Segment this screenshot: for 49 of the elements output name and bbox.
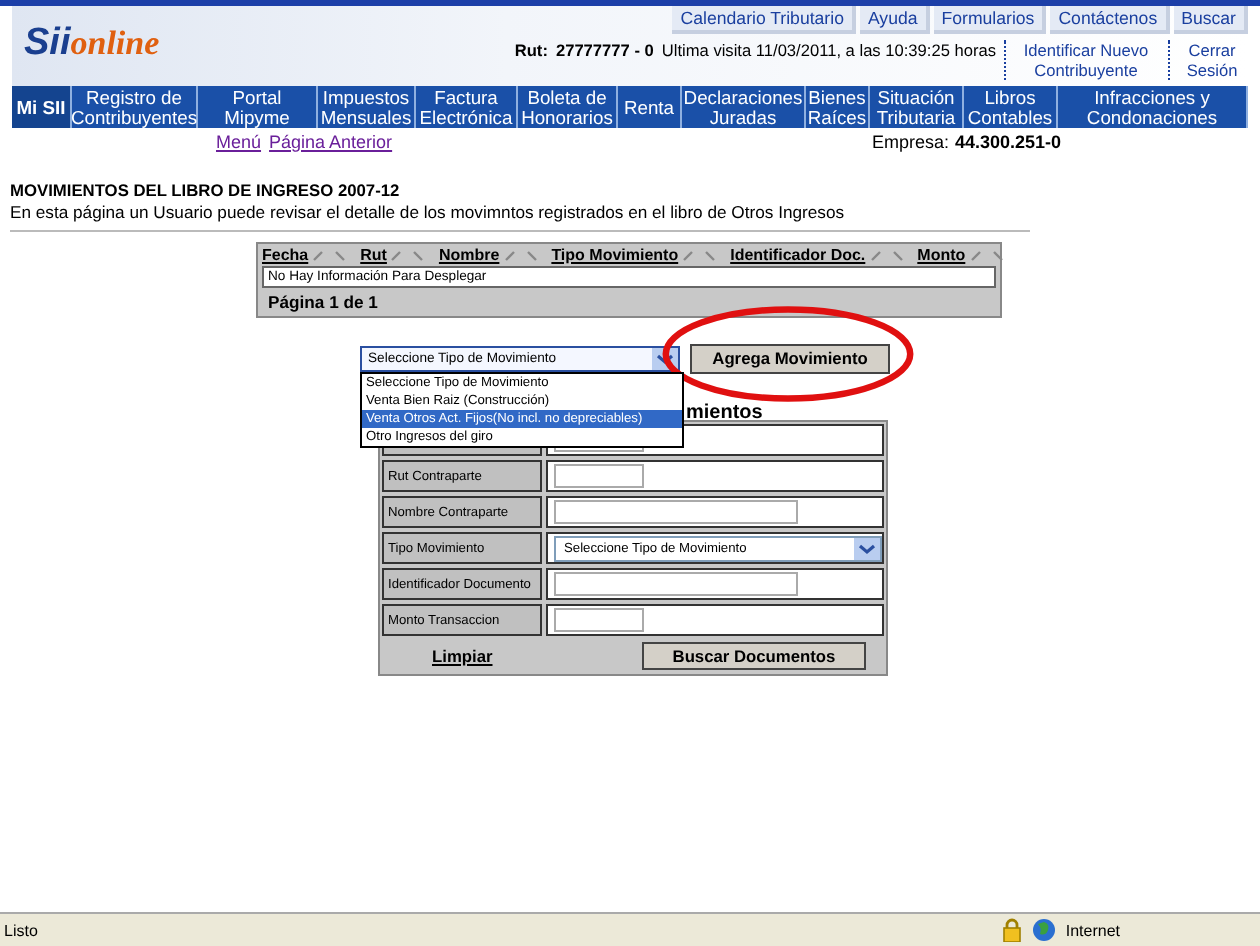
form-heading: mientos xyxy=(686,402,763,424)
column-header-link[interactable]: Nombre xyxy=(438,246,500,264)
input-field[interactable] xyxy=(554,500,798,524)
top-link[interactable]: Calendario Tributario xyxy=(672,6,856,34)
top-link[interactable]: Buscar xyxy=(1173,6,1248,34)
rut-value: 27777777 - 0 xyxy=(555,40,654,60)
last-visit-text: Ultima visita 11/03/2011, a las 10:39:25 horas xyxy=(661,40,996,60)
header-link[interactable]: Cerrar Sesión xyxy=(1168,40,1248,80)
clear-link[interactable]: Limpiar xyxy=(432,646,612,666)
input-field[interactable] xyxy=(554,464,644,488)
nav-tab[interactable]: Impuestos Mensuales xyxy=(318,86,416,128)
column-header-link[interactable]: Tipo Movimiento xyxy=(551,246,679,264)
status-text: Listo xyxy=(4,921,38,939)
add-movement-button[interactable]: Agrega Movimiento xyxy=(690,343,890,373)
nav-tab[interactable]: Mi SII xyxy=(12,86,72,128)
nav-tab[interactable]: Libros Contables xyxy=(964,86,1058,128)
top-link[interactable]: Formularios xyxy=(933,6,1047,34)
page-description: En esta página un Usuario puede revisar el detalle de los movimntos registrados en el libro de Otros Ingresos xyxy=(10,202,847,222)
header-link[interactable]: Identificar Nuevo Contribuyente xyxy=(1004,40,1160,80)
dropdown-arrow-icon[interactable] xyxy=(854,537,880,559)
empresa-label: Empresa: xyxy=(872,132,950,152)
input-field[interactable] xyxy=(554,608,644,632)
nav-tab[interactable]: Declaraciones Juradas xyxy=(682,86,806,128)
top-link[interactable]: Ayuda xyxy=(859,6,930,34)
rut-label: Rut: xyxy=(514,40,548,60)
logo: Siionline xyxy=(22,20,162,68)
column-header-link[interactable]: Monto xyxy=(917,246,966,264)
nav-tab[interactable]: Boleta de Honorarios xyxy=(518,86,618,128)
nav-tab[interactable]: Portal Mipyme xyxy=(198,86,318,128)
nav-tab[interactable]: Infracciones y Condonaciones xyxy=(1058,86,1248,128)
input-field[interactable] xyxy=(554,572,798,596)
search-button[interactable]: Buscar Documentos xyxy=(642,642,866,670)
globe-icon xyxy=(1031,918,1056,942)
nav-tab[interactable]: Situación Tributaria xyxy=(870,86,964,128)
empresa-value: 44.300.251-0 xyxy=(955,132,1062,152)
breadcrumb-link[interactable]: Menú xyxy=(216,132,262,152)
breadcrumb-link[interactable]: Página Anterior xyxy=(269,132,393,152)
lock-icon xyxy=(1001,918,1022,942)
zone-text: Internet xyxy=(1065,921,1120,939)
page-title: MOVIMIENTOS DEL LIBRO DE INGRESO 2007-12 xyxy=(10,180,402,200)
pager-text: Página 1 de 1 xyxy=(266,290,380,314)
nav-tab[interactable]: Bienes Raíces xyxy=(806,86,870,128)
nav-tab[interactable]: Renta xyxy=(618,86,682,128)
nav-tab[interactable]: Factura Electrónica xyxy=(416,86,518,128)
column-header-link[interactable]: Rut xyxy=(360,246,387,264)
column-header-link[interactable]: Fecha xyxy=(262,246,309,264)
top-link[interactable]: Contáctenos xyxy=(1050,6,1170,34)
nav-tab[interactable]: Registro de Contribuyentes xyxy=(72,86,198,128)
column-header-link[interactable]: Identificador Doc. xyxy=(730,246,866,264)
